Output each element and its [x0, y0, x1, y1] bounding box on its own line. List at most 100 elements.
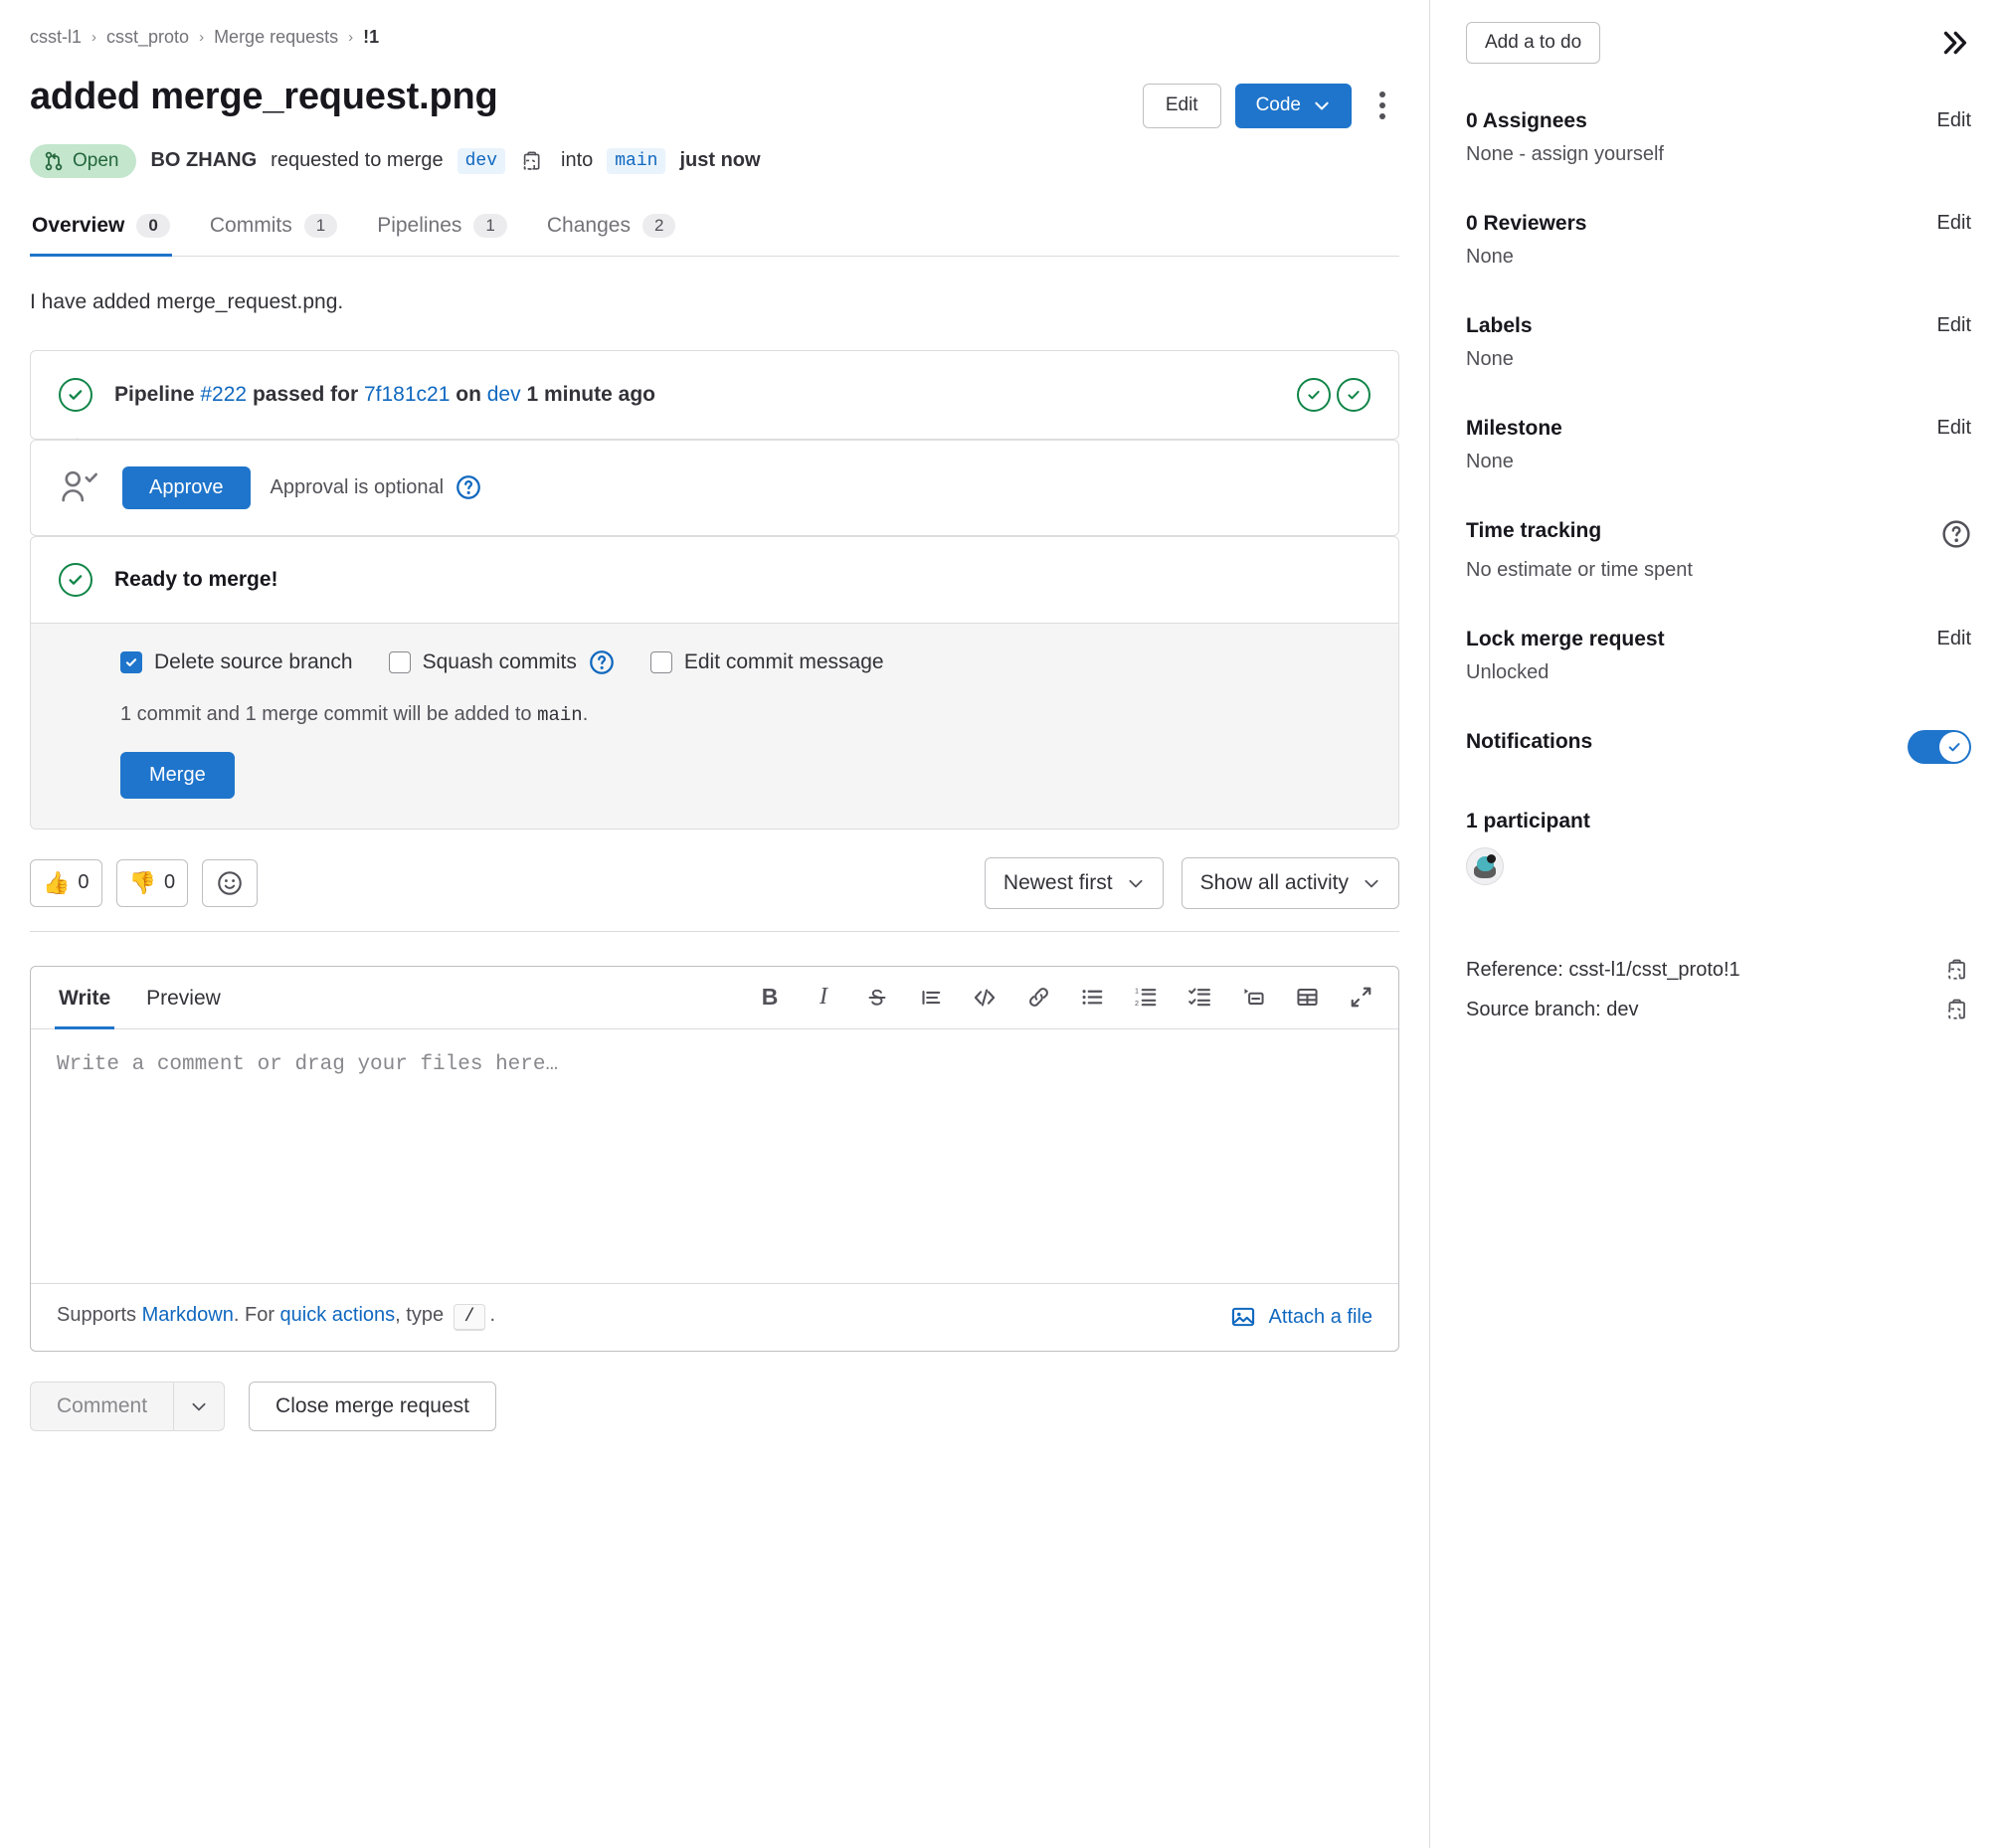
tab-commits[interactable]: Commits 1: [208, 204, 339, 257]
pipeline-branch-link[interactable]: dev: [487, 383, 521, 406]
assignees-edit-button[interactable]: Edit: [1937, 109, 1971, 132]
delete-source-branch-checkbox[interactable]: [120, 650, 142, 673]
supports-text: Supports: [57, 1303, 142, 1326]
sidebar-block-notifications: Notifications: [1466, 730, 1971, 764]
avatar[interactable]: [1466, 847, 1504, 885]
merge-button[interactable]: Merge: [120, 751, 235, 799]
squash-commits-label: Squash commits: [422, 649, 577, 673]
sort-dropdown[interactable]: Newest first: [984, 856, 1164, 909]
edit-commit-message-checkbox[interactable]: [649, 650, 672, 673]
bulleted-list-icon[interactable]: [1078, 984, 1106, 1012]
activity-filter-dropdown[interactable]: Show all activity: [1181, 856, 1399, 909]
tab-overview[interactable]: Overview 0: [30, 204, 172, 257]
code-button[interactable]: Code: [1234, 84, 1352, 128]
more-actions-button[interactable]: [1366, 86, 1399, 125]
edit-button[interactable]: Edit: [1142, 84, 1221, 128]
numbered-list-icon[interactable]: 1 2: [1132, 984, 1160, 1012]
sort-dropdown-label: Newest first: [1003, 870, 1113, 894]
status-success-icon: [59, 562, 92, 597]
comment-textarea[interactable]: Write a comment or drag your files here…: [31, 1029, 1398, 1283]
edit-commit-message-label: Edit commit message: [683, 649, 884, 673]
table-icon[interactable]: [1293, 984, 1321, 1012]
approval-note-text: Approval is optional: [270, 475, 445, 498]
approval-row: Approve Approval is optional: [31, 441, 1398, 535]
notifications-toggle[interactable]: [1908, 730, 1971, 764]
fullscreen-icon[interactable]: [1347, 984, 1374, 1012]
activity-toolbar: 👍 0 👎 0 Newest first Show all activity: [30, 856, 1399, 932]
main-content: csst-l1 › csst_proto › Merge requests › …: [0, 0, 1429, 1848]
code-icon[interactable]: [971, 984, 999, 1012]
activity-filters: Newest first Show all activity: [984, 856, 1399, 909]
breadcrumb-item-project[interactable]: csst_proto: [106, 27, 189, 48]
copy-reference-icon[interactable]: [1945, 957, 1971, 983]
pipeline-id-link[interactable]: #222: [200, 383, 247, 406]
breadcrumb: csst-l1 › csst_proto › Merge requests › …: [30, 20, 1399, 54]
approval-user-icon: [59, 467, 102, 507]
labels-edit-button[interactable]: Edit: [1937, 314, 1971, 337]
bold-icon[interactable]: B: [756, 984, 784, 1012]
copy-source-branch-icon[interactable]: [1945, 997, 1971, 1022]
comment-button[interactable]: Comment: [30, 1381, 175, 1431]
merge-note-suffix: .: [582, 702, 589, 725]
breadcrumb-item-merge-requests[interactable]: Merge requests: [214, 27, 338, 48]
comment-placeholder: Write a comment or drag your files here…: [57, 1052, 559, 1076]
pipeline-stage-success-icon[interactable]: [1297, 377, 1331, 412]
task-list-icon[interactable]: [1186, 984, 1213, 1012]
approve-button[interactable]: Approve: [122, 465, 251, 509]
sidebar-block-participants: 1 participant: [1466, 810, 1971, 885]
editor-tab-preview[interactable]: Preview: [142, 979, 225, 1029]
quote-icon[interactable]: [917, 984, 945, 1012]
collapse-sidebar-icon[interactable]: [1937, 26, 1971, 60]
milestone-edit-button[interactable]: Edit: [1937, 417, 1971, 440]
tab-changes[interactable]: Changes 2: [545, 204, 678, 257]
breadcrumb-separator-icon: ›: [348, 28, 354, 46]
option-edit-commit-message[interactable]: Edit commit message: [649, 649, 884, 674]
quick-actions-link[interactable]: quick actions: [280, 1304, 396, 1326]
header-actions: Edit Code: [1142, 76, 1399, 128]
comment-dropdown-toggle[interactable]: [174, 1381, 226, 1431]
editor-tab-write[interactable]: Write: [55, 979, 115, 1029]
mr-widgets: Pipeline #222 passed for 7f181c21 on dev…: [30, 349, 1399, 830]
collapsible-section-icon[interactable]: [1239, 984, 1267, 1012]
tab-pipelines[interactable]: Pipelines 1: [375, 204, 509, 257]
pipeline-commit-link[interactable]: 7f181c21: [364, 383, 450, 406]
target-branch-chip[interactable]: main: [607, 147, 666, 174]
attach-file-button[interactable]: Attach a file: [1230, 1304, 1372, 1330]
option-delete-source-branch[interactable]: Delete source branch: [120, 650, 353, 674]
avatar-shape: [1487, 854, 1496, 863]
help-icon[interactable]: [589, 649, 615, 675]
option-squash-commits[interactable]: Squash commits: [388, 649, 615, 675]
add-reaction-button[interactable]: [202, 858, 259, 907]
add-todo-button[interactable]: Add a to do: [1466, 22, 1601, 64]
dot: [1379, 92, 1385, 98]
sidebar-block-time-tracking: Time tracking No estimate or time spent: [1466, 519, 1971, 582]
strikethrough-icon[interactable]: [863, 984, 891, 1012]
breadcrumb-item-group[interactable]: csst-l1: [30, 27, 82, 48]
chevron-down-icon: [1313, 96, 1331, 114]
thumbs-up-button[interactable]: 👍 0: [30, 858, 102, 907]
help-icon[interactable]: [456, 474, 481, 500]
chevron-down-icon: [1363, 874, 1380, 892]
markdown-link[interactable]: Markdown: [142, 1304, 234, 1326]
lock-edit-button[interactable]: Edit: [1937, 628, 1971, 650]
thumbs-down-button[interactable]: 👎 0: [115, 858, 189, 907]
squash-commits-checkbox[interactable]: [388, 650, 411, 673]
italic-icon[interactable]: I: [810, 984, 837, 1012]
copy-branch-icon[interactable]: [519, 147, 547, 175]
notifications-head: Notifications: [1466, 730, 1971, 764]
assignees-value[interactable]: None - assign yourself: [1466, 143, 1971, 166]
merge-note-prefix: 1 commit and 1 merge commit will be adde…: [120, 702, 538, 725]
time-tracking-help-icon[interactable]: [1941, 519, 1971, 549]
comment-editor: Write Preview B I 1 2 Write a comment or…: [30, 965, 1399, 1352]
close-merge-request-button[interactable]: Close merge request: [249, 1381, 496, 1431]
source-branch-chip[interactable]: dev: [456, 147, 505, 174]
merge-options-row: Delete source branch Squash commits Edit…: [120, 649, 1370, 675]
reviewers-edit-button[interactable]: Edit: [1937, 212, 1971, 235]
comment-split-button: Comment: [30, 1381, 226, 1431]
activity-filter-label: Show all activity: [1199, 870, 1349, 894]
pipeline-stage-success-icon[interactable]: [1337, 377, 1370, 412]
breadcrumb-separator-icon: ›: [199, 28, 205, 46]
tab-changes-label: Changes: [546, 213, 631, 237]
link-icon[interactable]: [1024, 984, 1052, 1012]
thumbs-down-icon: 👎: [128, 869, 156, 895]
